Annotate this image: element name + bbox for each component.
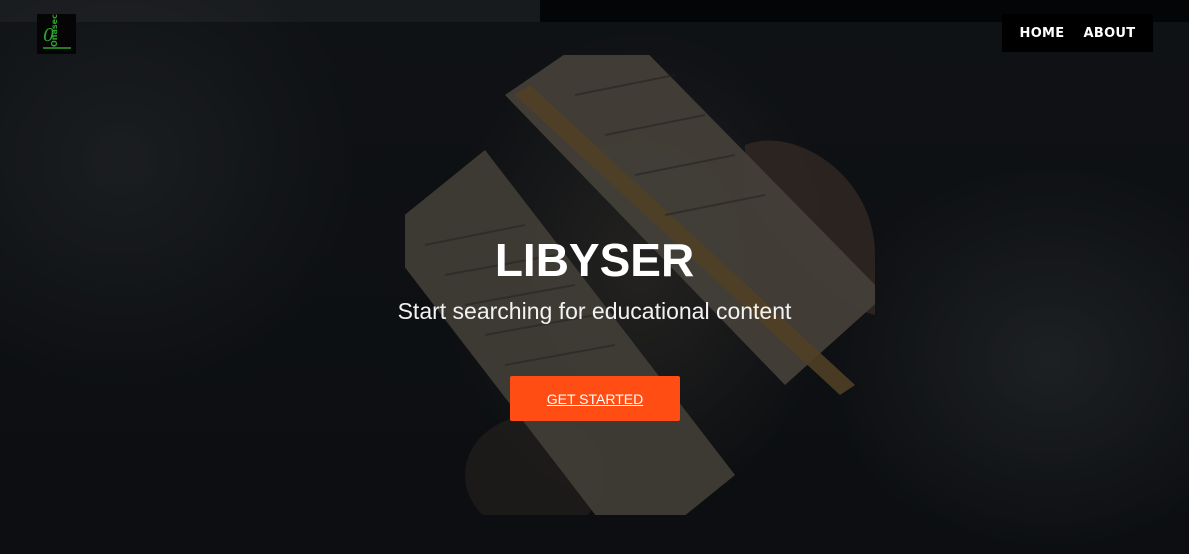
nav-home-link[interactable]: HOME: [1020, 26, 1065, 41]
hero-section: 0 Onasec HOME ABOUT LIBYSER Start search…: [0, 0, 1189, 554]
get-started-button[interactable]: GET STARTED: [510, 376, 680, 421]
hero-subtitle: Start searching for educational content: [397, 298, 792, 324]
hero-title: LIBYSER: [494, 234, 695, 286]
logo-icon: 0 Onasec: [43, 14, 71, 49]
nav-about-link[interactable]: ABOUT: [1084, 26, 1136, 41]
brand-logo[interactable]: 0 Onasec: [37, 14, 76, 54]
main-nav: HOME ABOUT: [1002, 14, 1153, 52]
logo-text: Onasec: [50, 14, 59, 47]
